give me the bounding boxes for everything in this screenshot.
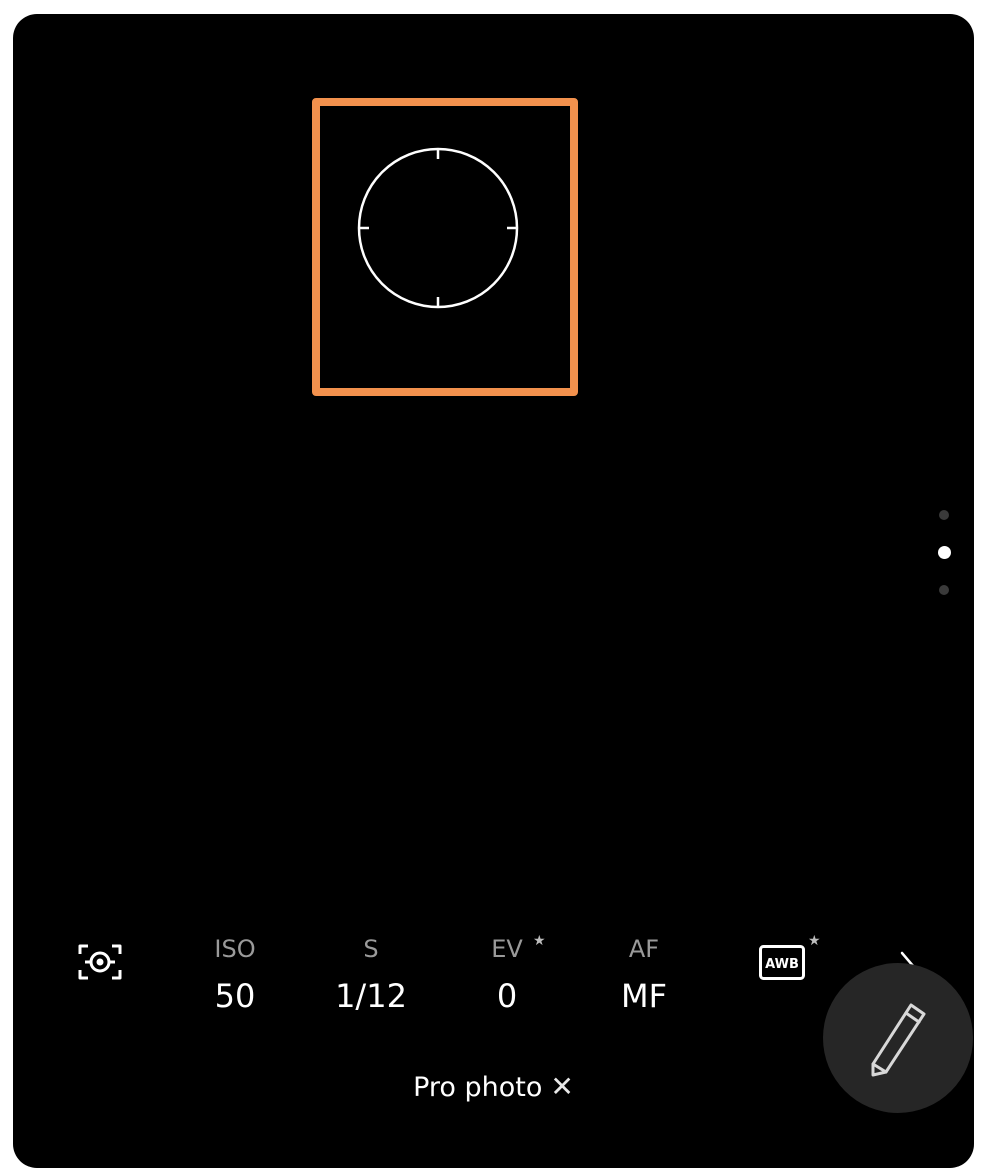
wb-star-icon: ★ (808, 933, 821, 949)
awb-icon-text: AWB (765, 957, 799, 972)
ev-value: 0 (496, 977, 518, 1015)
shutter-label: S (363, 935, 379, 963)
close-mode-icon[interactable]: ✕ (550, 1070, 573, 1103)
page-dot[interactable] (939, 585, 949, 595)
ev-label: EV (491, 935, 523, 963)
iso-value: 50 (214, 977, 256, 1015)
metering-mode-icon[interactable] (77, 943, 123, 981)
af-control[interactable]: AF MF (579, 934, 709, 1016)
iso-label: ISO (214, 935, 256, 963)
mode-label: Pro photo (413, 1072, 543, 1103)
awb-icon[interactable]: AWB (759, 945, 805, 980)
shutter-value: 1/12 (335, 977, 407, 1015)
page-dot[interactable] (939, 510, 949, 520)
ev-star-icon: ★ (533, 933, 546, 949)
pencil-icon (871, 1003, 926, 1077)
metering-circle-icon (357, 147, 519, 309)
edit-fab-button[interactable] (823, 963, 973, 1113)
af-label: AF (628, 935, 660, 963)
af-value: MF (620, 977, 667, 1015)
iso-control[interactable]: ISO 50 (170, 934, 300, 1016)
shutter-control[interactable]: S 1/12 (306, 934, 436, 1016)
page-dot-active[interactable] (938, 546, 951, 559)
ev-control[interactable]: EV 0 (442, 934, 572, 1016)
